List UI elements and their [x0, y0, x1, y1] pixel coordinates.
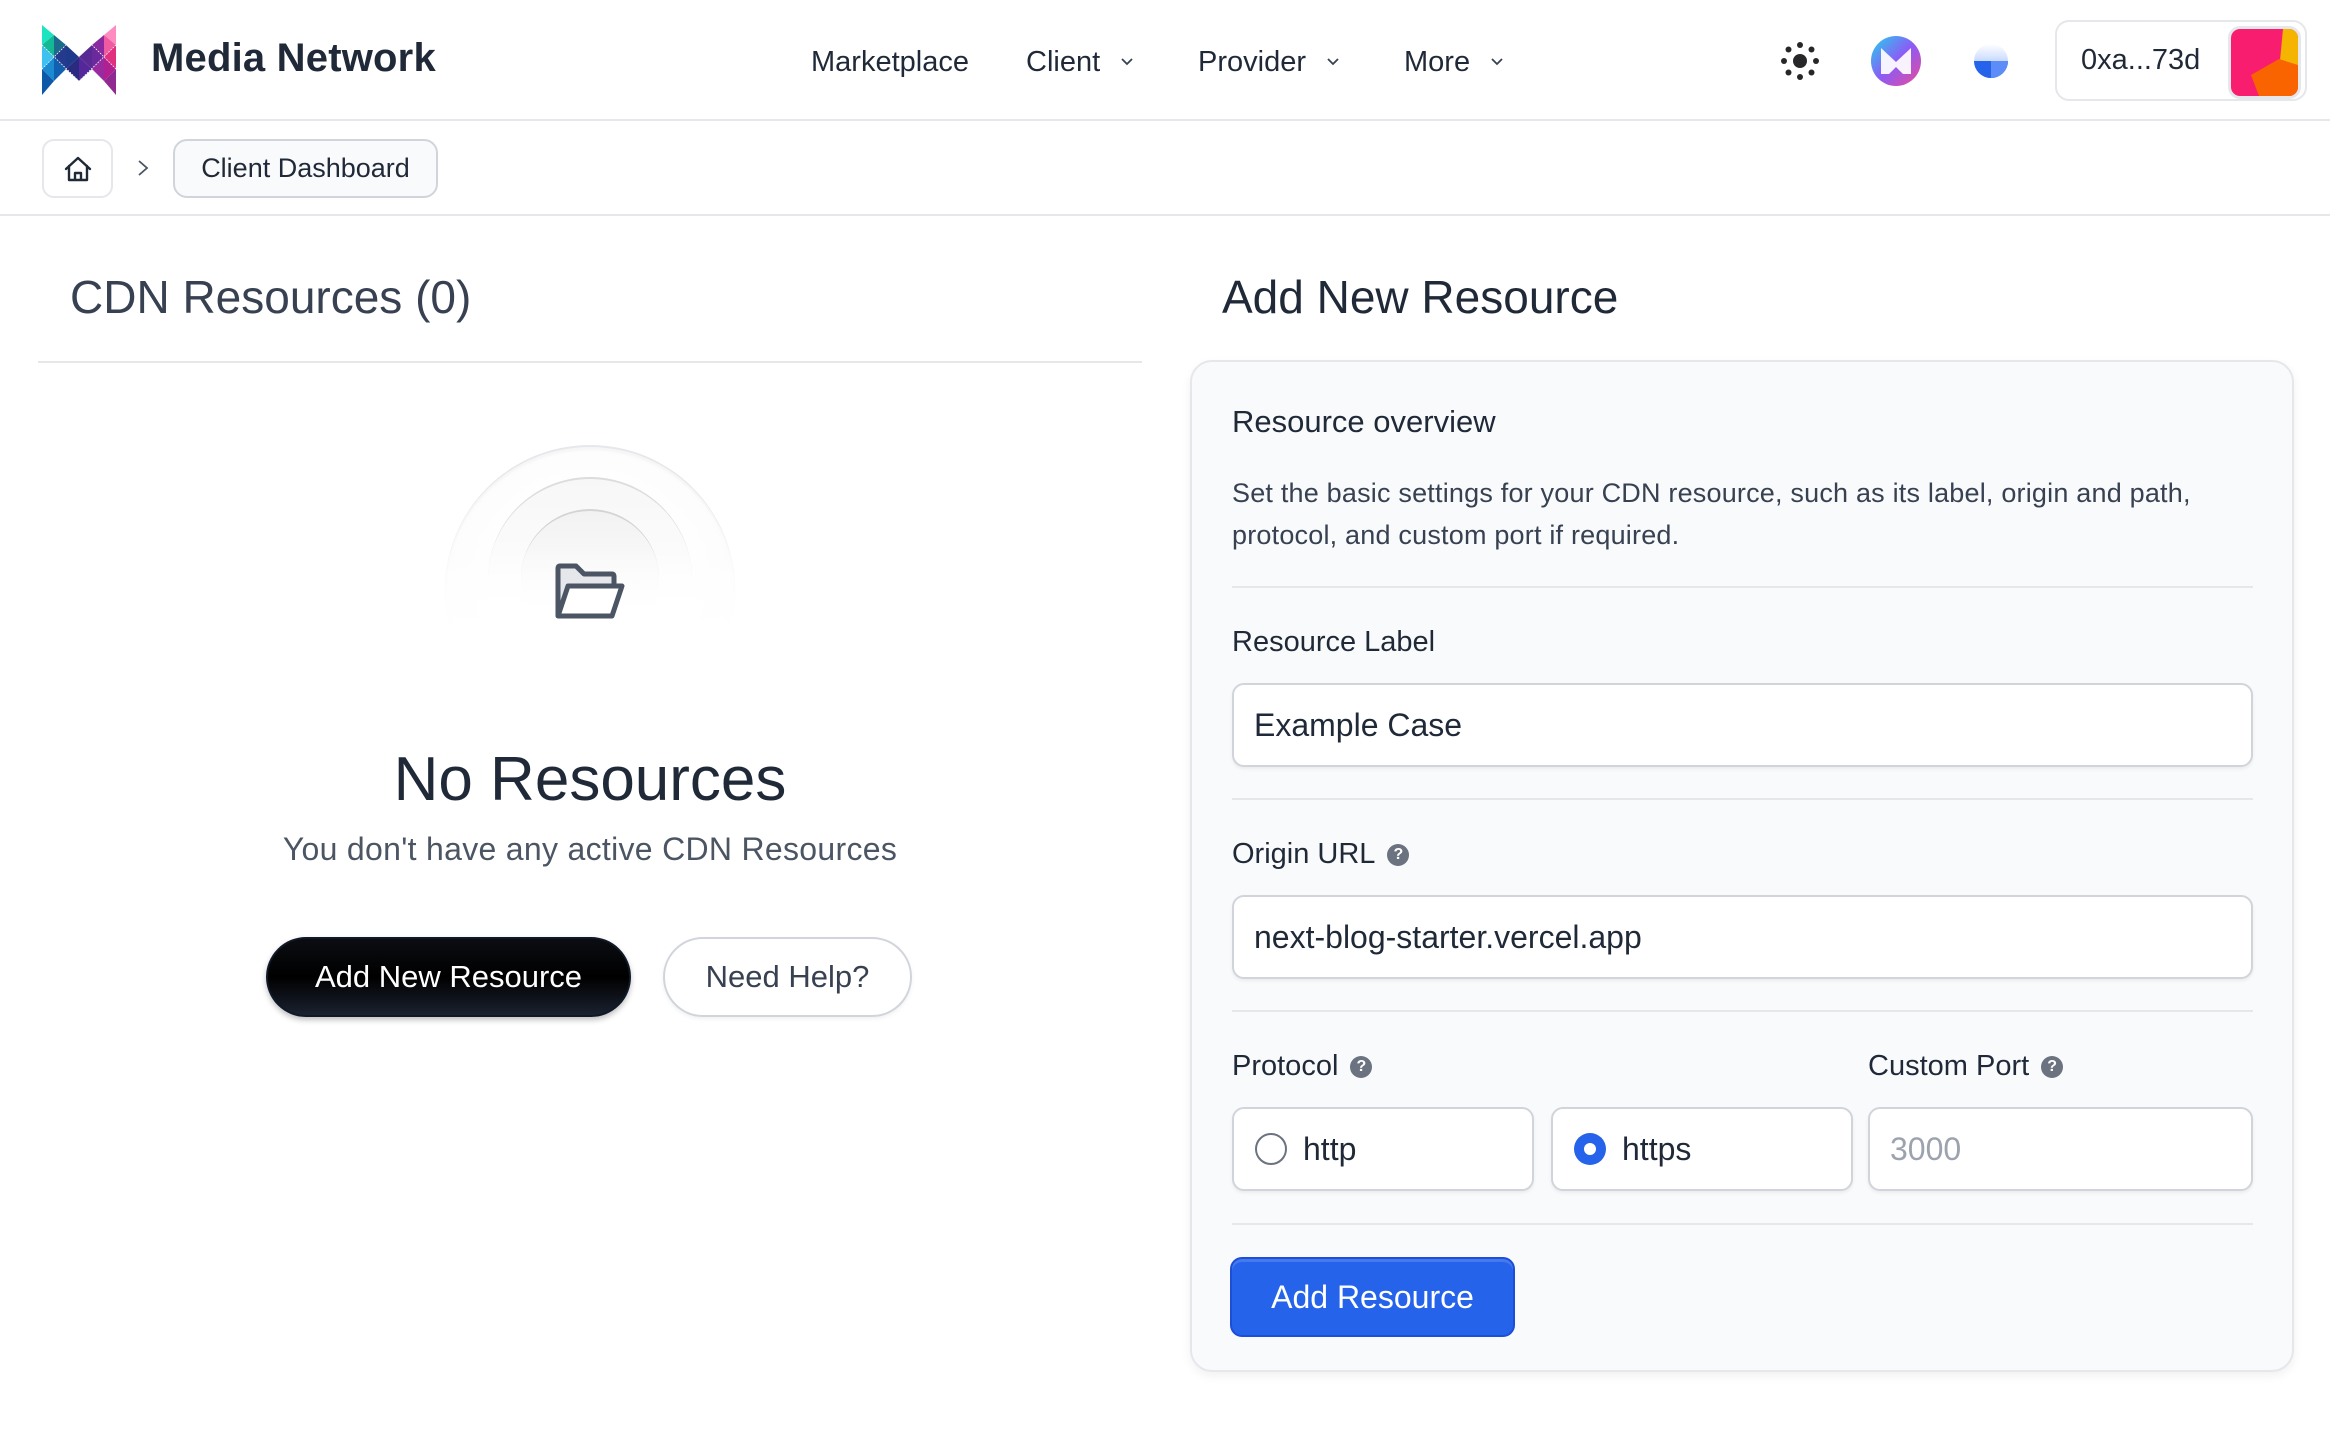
need-help-button[interactable]: Need Help?	[663, 937, 912, 1017]
divider	[1232, 586, 2253, 588]
resource-overview-title: Resource overview	[1232, 404, 1496, 439]
radio-button-selected[interactable]	[1574, 1133, 1606, 1165]
empty-state-title: No Resources	[393, 745, 787, 814]
empty-state-subtitle: You don't have any active CDN Resources	[282, 831, 898, 867]
breadcrumb-home-button[interactable]	[42, 139, 113, 198]
custom-port-label-text: Custom Port	[1868, 1050, 2030, 1082]
protocol-label: Protocol ?	[1232, 1050, 1373, 1083]
resource-label-label: Resource Label	[1232, 626, 1435, 659]
protocol-option-label: https	[1622, 1130, 1692, 1167]
protocol-label-text: Protocol	[1232, 1050, 1339, 1082]
chevron-right-icon	[138, 160, 149, 176]
nav-marketplace[interactable]: Marketplace	[811, 42, 969, 82]
origin-url-label: Origin URL ?	[1232, 838, 1410, 871]
protocol-option-https[interactable]: https	[1551, 1107, 1853, 1191]
nav-client[interactable]: Client	[1026, 42, 1134, 82]
wallet-button[interactable]: 0xa...73d	[2055, 20, 2307, 101]
nav-provider[interactable]: Provider	[1198, 42, 1340, 82]
breadcrumb: Client Dashboard	[0, 121, 2330, 216]
help-icon[interactable]: ?	[1350, 1055, 1373, 1078]
divider	[1232, 1010, 2253, 1012]
resource-label-label-text: Resource Label	[1232, 626, 1436, 658]
media-network-token-icon[interactable]	[1871, 36, 1921, 86]
cdn-resources-title: CDN Resources (0)	[70, 271, 472, 323]
protocol-option-label: http	[1303, 1130, 1357, 1167]
divider	[1232, 798, 2253, 800]
brand-name[interactable]: Media Network	[151, 36, 436, 81]
custom-port-input[interactable]	[1868, 1107, 2253, 1191]
origin-url-label-text: Origin URL	[1232, 838, 1376, 870]
resource-label-input[interactable]	[1232, 683, 2253, 767]
breadcrumb-client-dashboard[interactable]: Client Dashboard	[173, 139, 438, 198]
media-network-logo-icon[interactable]	[42, 25, 116, 95]
theme-toggle-icon[interactable]	[1779, 40, 1821, 82]
nav-marketplace-label: Marketplace	[811, 45, 969, 78]
help-icon[interactable]: ?	[2041, 1055, 2064, 1078]
folder-open-icon	[555, 563, 625, 619]
top-navbar: Media Network Marketplace Client Provide…	[0, 0, 2330, 121]
avatar	[2228, 26, 2301, 99]
origin-url-input[interactable]	[1232, 895, 2253, 979]
custom-port-label: Custom Port ?	[1868, 1050, 2064, 1083]
divider	[38, 361, 1142, 363]
wallet-address: 0xa...73d	[2081, 44, 2201, 76]
chevron-down-icon	[1121, 58, 1133, 66]
chevron-down-icon	[1491, 58, 1503, 66]
home-icon	[64, 156, 91, 181]
chevron-down-icon	[1327, 58, 1339, 66]
nav-client-label: Client	[1026, 45, 1101, 78]
resource-overview-description: Set the basic settings for your CDN reso…	[1232, 478, 2191, 550]
network-status-icon[interactable]	[1973, 43, 2009, 79]
divider	[1232, 1223, 2253, 1225]
radio-button-unselected[interactable]	[1255, 1133, 1287, 1165]
add-new-resource-title: Add New Resource	[1222, 271, 1619, 323]
nav-more-label: More	[1404, 45, 1471, 78]
add-new-resource-button[interactable]: Add New Resource	[266, 937, 631, 1017]
protocol-option-http[interactable]: http	[1232, 1107, 1534, 1191]
help-icon[interactable]: ?	[1387, 843, 1410, 866]
nav-more[interactable]: More	[1404, 42, 1504, 82]
add-resource-submit-button[interactable]: Add Resource	[1230, 1257, 1515, 1337]
nav-provider-label: Provider	[1198, 45, 1306, 78]
